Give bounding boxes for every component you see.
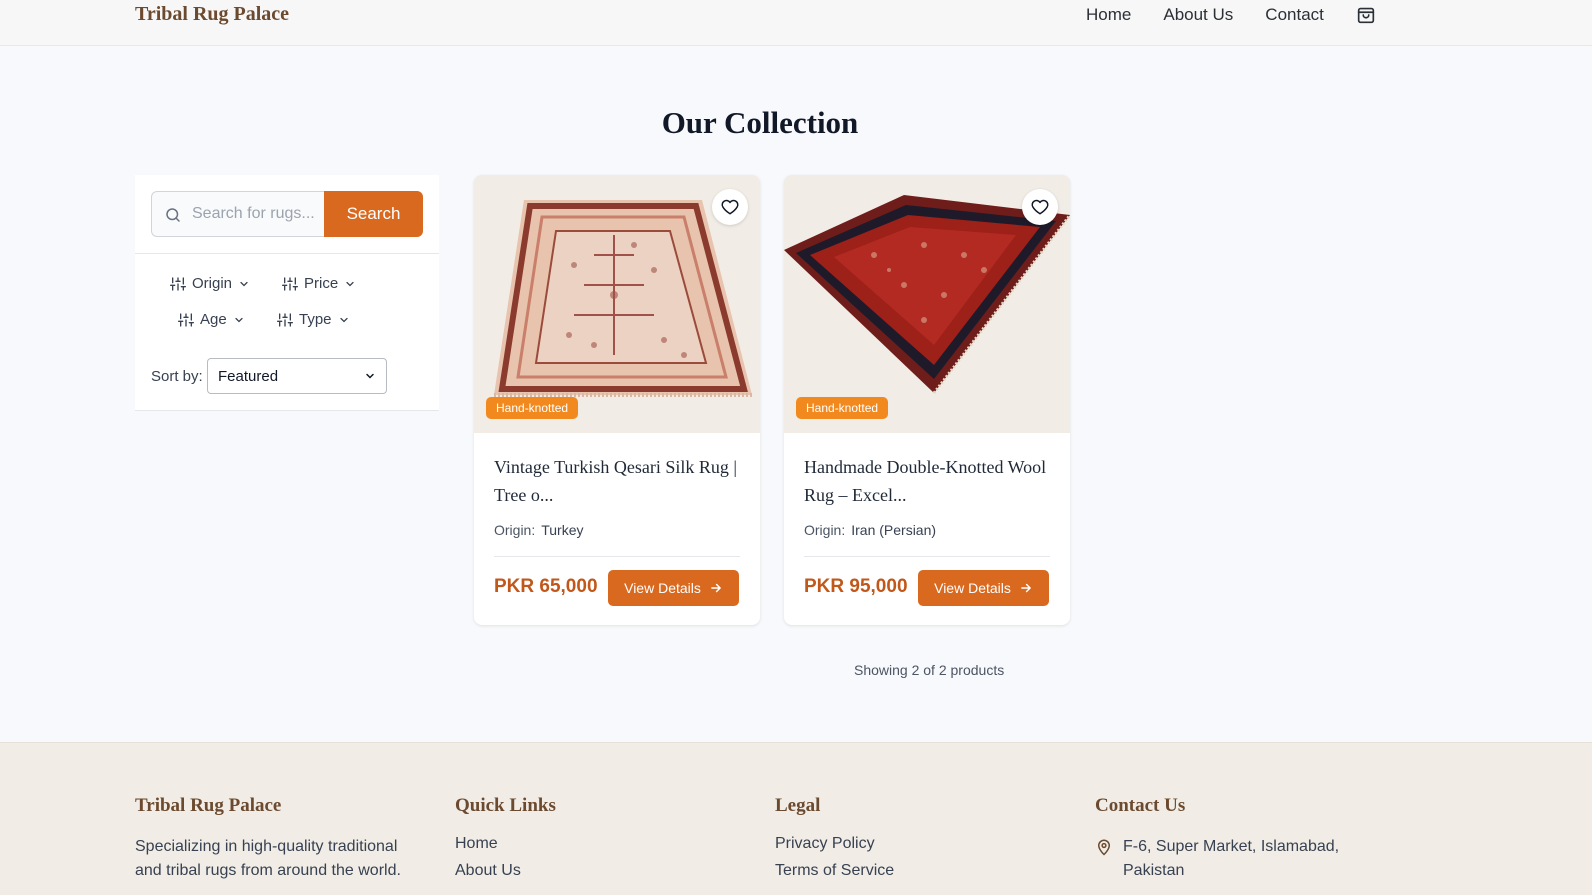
view-details-label: View Details	[934, 580, 1011, 596]
filter-price-label: Price	[304, 275, 339, 292]
view-details-button[interactable]: View Details	[608, 570, 739, 606]
results-count: Showing 2 of 2 products	[854, 662, 1005, 678]
footer-link-about-us[interactable]: About Us	[455, 862, 556, 880]
sort-label: Sort by:	[151, 368, 203, 385]
sort-selected-value: Featured	[218, 367, 279, 385]
nav-contact[interactable]: Contact	[1265, 5, 1324, 25]
product-price: PKR 95,000	[804, 576, 908, 597]
arrow-right-icon	[711, 583, 722, 593]
product-image[interactable]: Hand-knotted	[784, 175, 1070, 433]
product-tag: Hand-knotted	[796, 397, 889, 419]
filter-age-label: Age	[200, 311, 227, 328]
card-divider	[804, 556, 1050, 557]
footer-description: Specializing in high-quality traditional…	[135, 838, 401, 879]
map-pin-icon	[1097, 839, 1111, 856]
sort-select[interactable]: Featured	[207, 358, 387, 394]
product-origin: Origin: Iran (Persian)	[804, 522, 936, 538]
card-divider	[494, 556, 740, 557]
contact-address-row: F-6, Super Market, Islamabad, Pakistan	[1095, 835, 1353, 883]
filter-age[interactable]: Age	[178, 311, 245, 328]
origin-label: Origin:	[804, 522, 846, 538]
sidebar-divider	[135, 253, 439, 254]
favorite-button[interactable]	[712, 189, 748, 225]
origin-value: Turkey	[541, 522, 584, 538]
search-box	[151, 191, 324, 237]
nav-about-us[interactable]: About Us	[1163, 5, 1233, 25]
product-origin: Origin: Turkey	[494, 522, 584, 538]
origin-value: Iran (Persian)	[851, 522, 937, 538]
chevron-down-icon	[339, 317, 348, 322]
legal-heading: Legal	[775, 795, 821, 816]
product-title[interactable]: Handmade Double-Knotted Wool Rug – Excel…	[804, 453, 1054, 509]
product-title[interactable]: Vintage Turkish Qesari Silk Rug | Tree o…	[494, 453, 744, 509]
footer-link-terms-of-service[interactable]: Terms of Service	[775, 862, 894, 880]
arrow-right-icon	[1021, 583, 1032, 593]
product-card[interactable]: Hand-knotted Vintage Turkish Qesari Silk…	[474, 175, 760, 625]
heart-icon	[1031, 199, 1049, 215]
chevron-down-icon	[235, 317, 243, 322]
origin-label: Origin:	[494, 522, 536, 538]
filter-price[interactable]: Price	[282, 275, 356, 292]
quick-links-heading: Quick Links	[455, 795, 556, 816]
filter-origin[interactable]: Origin	[170, 275, 250, 292]
footer-brand: Tribal Rug Palace	[135, 795, 282, 816]
brand-logo[interactable]: Tribal Rug Palace	[135, 3, 289, 26]
sliders-icon	[277, 312, 293, 327]
footer-contact: Contact Us F-6, Super Market, Islamabad,…	[1095, 795, 1353, 883]
chevron-down-icon	[240, 281, 248, 286]
shopping-bag-icon[interactable]	[1355, 4, 1377, 26]
page-title: Our Collection	[661, 105, 859, 140]
sliders-icon	[178, 312, 194, 327]
filter-sidebar: Search Origin Price Age Type Sort by: Fe…	[135, 175, 439, 411]
chevron-down-icon	[346, 281, 354, 286]
view-details-button[interactable]: View Details	[918, 570, 1049, 606]
contact-heading: Contact Us	[1095, 795, 1186, 816]
nav-home[interactable]: Home	[1086, 5, 1131, 25]
product-image[interactable]: Hand-knotted	[474, 175, 760, 433]
product-card[interactable]: Hand-knotted Handmade Double-Knotted Woo…	[784, 175, 1070, 625]
search-button[interactable]: Search	[324, 191, 423, 237]
search-icon	[166, 208, 180, 222]
chevron-down-icon	[366, 373, 374, 379]
footer-link-privacy-policy[interactable]: Privacy Policy	[775, 835, 894, 853]
product-tag: Hand-knotted	[486, 397, 579, 419]
footer-about: Tribal Rug Palace Specializing in high-q…	[135, 795, 425, 883]
product-price: PKR 65,000	[494, 576, 598, 597]
filter-type[interactable]: Type	[277, 311, 350, 328]
site-footer: Tribal Rug Palace Specializing in high-q…	[0, 742, 1592, 895]
main-nav: Home About Us Contact	[1086, 5, 1324, 25]
contact-address: F-6, Super Market, Islamabad, Pakistan	[1123, 838, 1340, 879]
footer-link-home[interactable]: Home	[455, 835, 556, 853]
site-header: Tribal Rug Palace Home About Us Contact	[0, 0, 1592, 46]
filter-type-label: Type	[299, 311, 332, 328]
filter-origin-label: Origin	[192, 275, 233, 292]
sliders-icon	[170, 276, 186, 291]
footer-quick-links: Quick Links Home About Us	[455, 795, 556, 889]
footer-legal: Legal Privacy Policy Terms of Service	[775, 795, 894, 889]
view-details-label: View Details	[624, 580, 701, 596]
heart-icon	[721, 199, 739, 215]
favorite-button[interactable]	[1022, 189, 1058, 225]
search-input[interactable]	[192, 192, 320, 236]
sliders-icon	[282, 276, 298, 291]
